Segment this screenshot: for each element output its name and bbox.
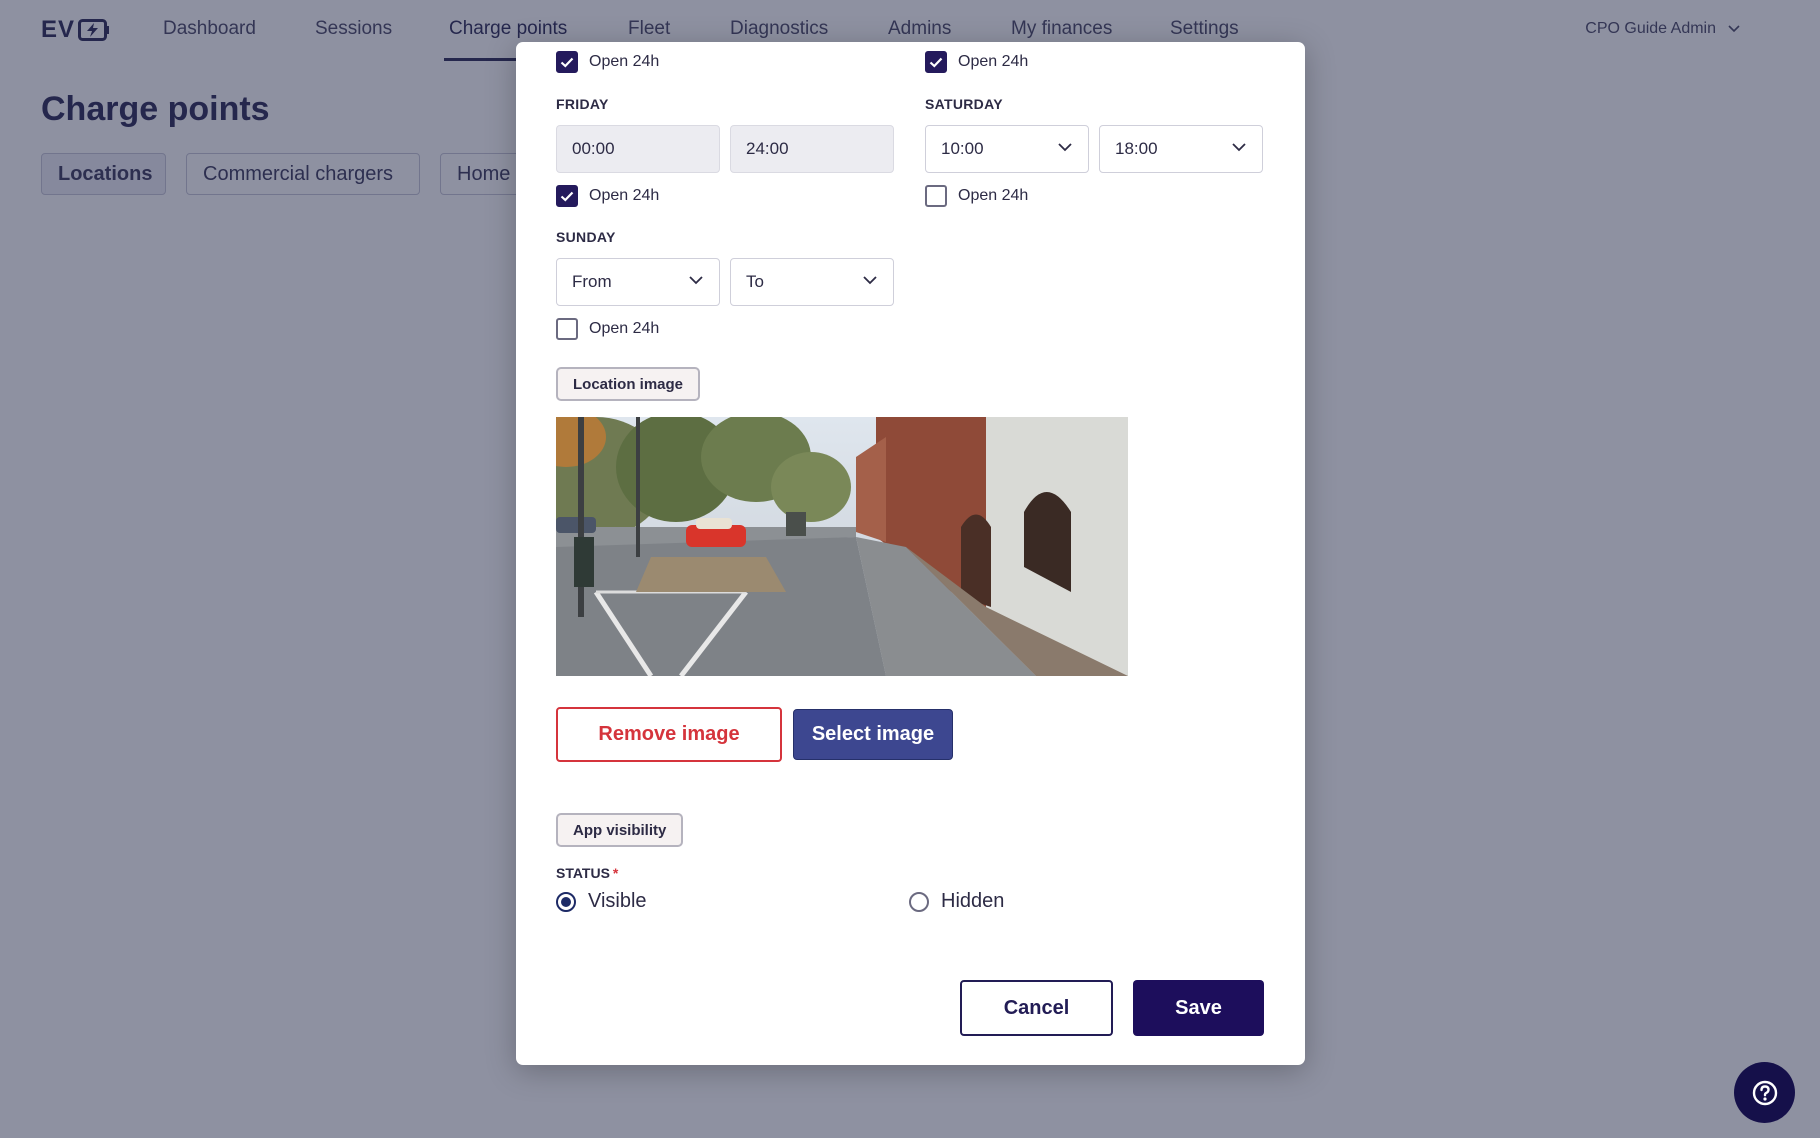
help-circle-icon bbox=[1752, 1080, 1777, 1105]
status-label: STATUS * bbox=[556, 865, 618, 881]
open24h-checkbox-right-column[interactable]: Open 24h bbox=[925, 51, 1028, 73]
edit-location-modal: Open 24h Open 24h FRIDAY 00:00 24:00 Ope… bbox=[516, 42, 1305, 1065]
select-image-button[interactable]: Select image bbox=[793, 709, 953, 760]
check-icon bbox=[929, 57, 943, 68]
cancel-button[interactable]: Cancel bbox=[960, 980, 1113, 1036]
save-button[interactable]: Save bbox=[1133, 980, 1264, 1036]
checkbox-checked[interactable] bbox=[925, 51, 947, 73]
open24h-checkbox-thursday[interactable]: Open 24h bbox=[556, 51, 659, 73]
check-icon bbox=[560, 191, 574, 202]
radio-selected[interactable] bbox=[556, 891, 576, 912]
open24h-label: Open 24h bbox=[958, 53, 1029, 70]
day-label-saturday: SATURDAY bbox=[925, 96, 1003, 112]
sunday-to-placeholder: To bbox=[746, 272, 764, 291]
open24h-label: Open 24h bbox=[958, 187, 1029, 204]
chevron-down-icon bbox=[1058, 143, 1072, 152]
chevron-down-icon bbox=[1232, 143, 1246, 152]
open24h-checkbox-sunday[interactable]: Open 24h bbox=[556, 318, 659, 340]
check-icon bbox=[560, 57, 574, 68]
day-label-friday: FRIDAY bbox=[556, 96, 609, 112]
checkbox-checked[interactable] bbox=[556, 185, 578, 207]
sunday-to-select[interactable]: To bbox=[730, 258, 894, 306]
radio-label-hidden: Hidden bbox=[941, 890, 1005, 912]
location-image-preview bbox=[556, 417, 1128, 676]
sunday-from-select[interactable]: From bbox=[556, 258, 720, 306]
saturday-from-select[interactable]: 10:00 bbox=[925, 125, 1089, 173]
friday-to-field[interactable]: 24:00 bbox=[730, 125, 894, 173]
checkbox-unchecked[interactable] bbox=[925, 185, 947, 207]
friday-from-field[interactable]: 00:00 bbox=[556, 125, 720, 173]
radio-unselected[interactable] bbox=[909, 891, 929, 912]
chevron-down-icon bbox=[863, 276, 877, 285]
status-radio-visible[interactable]: Visible bbox=[556, 890, 647, 913]
saturday-to-select[interactable]: 18:00 bbox=[1099, 125, 1263, 173]
app-visibility-section-label: App visibility bbox=[556, 813, 684, 847]
location-image-section-label: Location image bbox=[556, 367, 701, 401]
checkbox-unchecked[interactable] bbox=[556, 318, 578, 340]
open24h-label: Open 24h bbox=[589, 53, 660, 70]
saturday-from-value: 10:00 bbox=[941, 139, 984, 158]
street-photo bbox=[556, 417, 1128, 676]
status-label-text: STATUS bbox=[556, 865, 610, 881]
chevron-down-icon bbox=[689, 276, 703, 285]
remove-image-button[interactable]: Remove image bbox=[556, 707, 782, 762]
checkbox-checked[interactable] bbox=[556, 51, 578, 73]
day-label-sunday: SUNDAY bbox=[556, 229, 616, 245]
open24h-label: Open 24h bbox=[589, 320, 660, 337]
saturday-to-value: 18:00 bbox=[1115, 139, 1158, 158]
sunday-from-placeholder: From bbox=[572, 272, 612, 291]
open24h-checkbox-friday[interactable]: Open 24h bbox=[556, 185, 659, 207]
help-button[interactable] bbox=[1734, 1062, 1795, 1123]
status-radio-hidden[interactable]: Hidden bbox=[909, 890, 1004, 913]
open24h-checkbox-saturday[interactable]: Open 24h bbox=[925, 185, 1028, 207]
required-mark: * bbox=[612, 865, 619, 881]
open24h-label: Open 24h bbox=[589, 187, 660, 204]
radio-label-visible: Visible bbox=[588, 890, 647, 912]
